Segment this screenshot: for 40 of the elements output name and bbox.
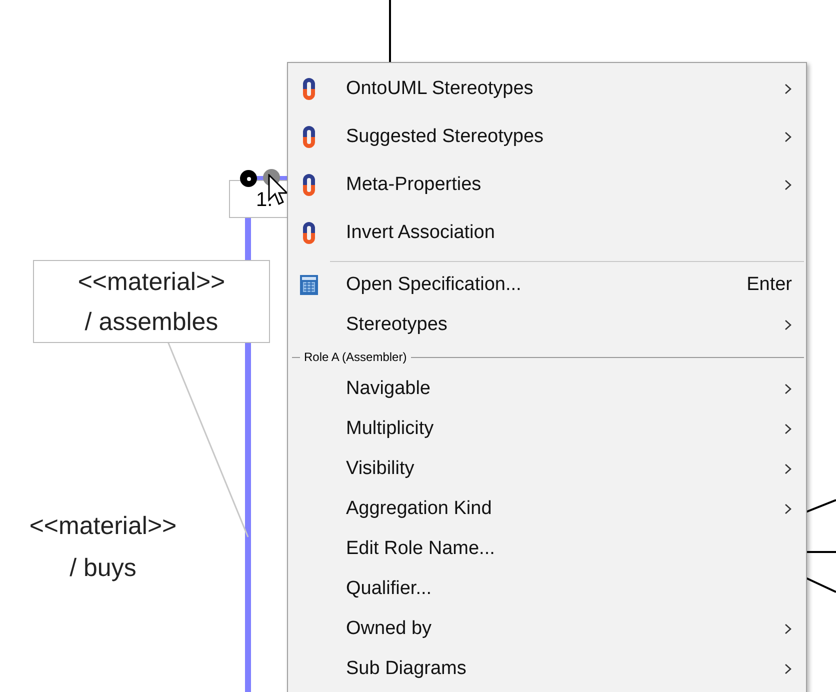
- menu-item[interactable]: Edit Role Name...: [288, 529, 806, 569]
- association-end: [240, 170, 257, 187]
- menu-item[interactable]: Navigable: [288, 369, 806, 409]
- stereotype-text: <<material>>: [29, 511, 177, 542]
- group-heading: Role A (Assembler): [304, 349, 407, 366]
- ring-icon: [300, 171, 318, 199]
- menu-item[interactable]: Multiplicity: [288, 409, 806, 449]
- connector-line: [389, 0, 391, 62]
- chevron-right-icon: [784, 383, 792, 395]
- menu-item[interactable]: Meta-Properties: [288, 161, 806, 209]
- chevron-right-icon: [784, 503, 792, 515]
- menu-item[interactable]: Invert Association: [288, 209, 806, 257]
- ring-icon: [300, 75, 318, 103]
- stereotype-text: <<material>>: [78, 266, 226, 298]
- menu-item[interactable]: Suggested Stereotypes: [288, 113, 806, 161]
- menu-item[interactable]: OntoUML Stereotypes: [288, 65, 806, 113]
- chevron-right-icon: [784, 623, 792, 635]
- connector-line: [806, 499, 836, 513]
- chevron-right-icon: [784, 663, 792, 675]
- menu-item[interactable]: Sub Diagrams: [288, 649, 806, 689]
- chevron-right-icon: [784, 179, 792, 191]
- ring-icon: [300, 123, 318, 151]
- association-name: / assembles: [84, 306, 218, 338]
- menu-item[interactable]: Stereotypes: [288, 305, 806, 345]
- menu-item[interactable]: Aggregation Kind: [288, 489, 806, 529]
- chevron-right-icon: [784, 319, 792, 331]
- document-icon: [299, 274, 319, 296]
- chevron-right-icon: [784, 131, 792, 143]
- shortcut-text: Enter: [746, 272, 792, 297]
- menu-item[interactable]: Open Specification... Enter: [288, 265, 806, 305]
- menu-item[interactable]: Visibility: [288, 449, 806, 489]
- ring-icon: [300, 219, 318, 247]
- menu-item[interactable]: Qualifier...: [288, 569, 806, 609]
- chevron-right-icon: [784, 83, 792, 95]
- chevron-right-icon: [784, 463, 792, 475]
- connector-line: [806, 551, 836, 553]
- association-name: / buys: [70, 553, 136, 584]
- connector-line: [806, 577, 836, 593]
- menu-item[interactable]: Owned by: [288, 609, 806, 649]
- chevron-right-icon: [784, 423, 792, 435]
